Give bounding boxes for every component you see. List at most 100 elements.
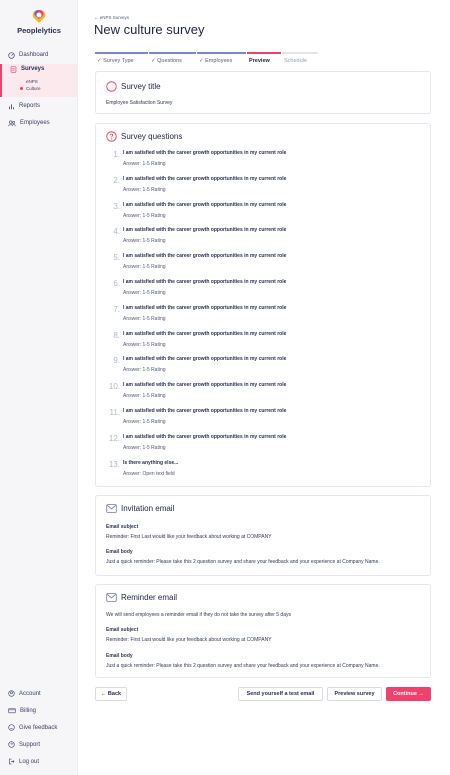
reports-icon xyxy=(8,103,15,109)
email-subject-value: Reminder: First Last would like your fee… xyxy=(106,534,272,540)
sidebar-subitem-enps[interactable]: eNPS xyxy=(26,79,38,84)
card-heading-text: Survey questions xyxy=(121,132,183,141)
question-text: I am satisfied with the career growth op… xyxy=(123,150,287,156)
question-number: 1. xyxy=(113,150,120,159)
email-body-label: Email body xyxy=(106,549,133,555)
email-subject-label: Email subject xyxy=(106,627,139,633)
email-body-value: Just a quick reminder: Please take this … xyxy=(106,663,380,669)
question-number: 12. xyxy=(108,433,120,443)
question-number: 8. xyxy=(113,330,120,340)
question-text: Is there anything else... xyxy=(123,459,179,466)
send-test-email-button[interactable]: Send yourself a test email xyxy=(238,687,323,701)
card-heading-text: Invitation email xyxy=(121,504,175,513)
sidebar-item-label: Employees xyxy=(20,120,50,126)
step-schedule[interactable]: Schedule xyxy=(282,52,318,66)
sidebar-item-reports[interactable]: Reports xyxy=(8,100,40,112)
brand-name: Peoplelytics xyxy=(17,26,61,35)
survey-title-value: Employee Satisfaction Survey xyxy=(106,100,173,106)
logout-icon xyxy=(9,758,15,765)
survey-title-card: Survey title Employee Satisfaction Surve… xyxy=(95,71,431,114)
card-heading: Invitation email xyxy=(106,504,174,513)
sidebar: Peoplelytics Dashboard Surveys eNPS Cult… xyxy=(0,0,78,775)
sidebar-item-employees[interactable]: Employees xyxy=(8,117,50,129)
card-heading: Reminder email xyxy=(106,593,177,602)
support-icon xyxy=(8,741,15,748)
question-text: I am satisfied with the career growth op… xyxy=(123,330,287,337)
question-number: 7. xyxy=(113,304,120,314)
question-text: I am satisfied with the career growth op… xyxy=(123,175,287,182)
step-survey-type[interactable]: ✓ Survey Type xyxy=(95,52,148,66)
question-answer-type: Answer: Open text field xyxy=(123,470,175,477)
question-answer-type: Answer: 1-5 Rating xyxy=(123,186,166,193)
email-body-value: Just a quick reminder: Please take this … xyxy=(106,559,380,565)
question-number: 3. xyxy=(113,201,120,211)
question-text: I am satisfied with the career growth op… xyxy=(123,356,287,363)
sidebar-item-billing[interactable]: Billing xyxy=(8,707,36,714)
breadcrumb[interactable]: ← eNPS Surveys xyxy=(94,15,129,20)
sidebar-item-label: Account xyxy=(19,690,41,697)
preview-survey-button[interactable]: Preview survey xyxy=(327,687,382,701)
sidebar-item-label: Reports xyxy=(19,103,41,109)
step-employees[interactable]: ✓ Employees xyxy=(197,52,246,66)
question-answer-type: Answer: 1-5 Rating xyxy=(123,367,166,374)
sidebar-item-log-out[interactable]: Log out xyxy=(8,758,39,765)
question-answer-type: Answer: 1-5 Rating xyxy=(123,341,166,348)
invitation-email-card: Invitation email Email subject Reminder:… xyxy=(95,495,431,576)
account-icon xyxy=(8,690,15,697)
question-answer-type: Answer: 1-5 Rating xyxy=(123,264,166,271)
question-answer-type: Answer: 1-5 Rating xyxy=(123,393,166,400)
sidebar-item-dashboard[interactable]: Dashboard xyxy=(8,49,48,61)
step-preview[interactable]: Preview xyxy=(247,52,281,66)
card-heading: Survey questions xyxy=(106,131,182,142)
question-number: 9. xyxy=(113,356,120,366)
employees-icon xyxy=(8,120,16,126)
question-answer-type: Answer: 1-5 Rating xyxy=(123,212,166,219)
reminder-email-card: Reminder email We will send employees a … xyxy=(95,584,431,678)
main-content: ← eNPS Surveys New culture survey ✓ Surv… xyxy=(78,0,450,775)
question-answer-type: Answer: 1-5 Rating xyxy=(123,444,166,451)
sidebar-item-label: Surveys xyxy=(21,66,45,72)
stepper: ✓ Survey Type ✓ Questions ✓ Employees Pr… xyxy=(95,52,318,66)
back-button[interactable]: ← Back xyxy=(95,687,127,701)
dashboard-icon xyxy=(8,51,15,59)
question-number: 5. xyxy=(113,253,120,263)
logo[interactable]: Peoplelytics xyxy=(0,8,78,35)
email-subject-label: Email subject xyxy=(106,524,139,530)
email-body-label: Email body xyxy=(106,653,133,659)
reminder-intro: We will send employees a reminder email … xyxy=(106,612,291,618)
question-number: 6. xyxy=(113,279,120,288)
question-text: I am satisfied with the career growth op… xyxy=(123,304,287,311)
survey-questions-card: Survey questions 1. I am satisfied with t… xyxy=(95,123,431,487)
question-answer-type: Answer: 1-5 Rating xyxy=(123,161,166,167)
question-text: I am satisfied with the career growth op… xyxy=(123,408,287,414)
question-answer-type: Answer: 1-5 Rating xyxy=(123,290,166,296)
sidebar-item-surveys[interactable]: Surveys xyxy=(0,64,77,97)
continue-button[interactable]: Continue → xyxy=(386,687,431,701)
question-text: I am satisfied with the career growth op… xyxy=(123,433,287,440)
envelope-icon xyxy=(106,593,117,602)
sidebar-subitem-label: Culture xyxy=(26,86,41,91)
question-text: I am satisfied with the career growth op… xyxy=(123,279,287,285)
sidebar-item-label: Log out xyxy=(19,758,40,765)
question-number: 11. xyxy=(109,408,120,417)
sidebar-subitem-culture[interactable]: Culture xyxy=(20,86,41,91)
sidebar-item-give-feedback[interactable]: Give feedback xyxy=(8,724,57,731)
logo-icon xyxy=(32,10,46,23)
question-number: 10. xyxy=(108,382,120,392)
question-answer-type: Answer: 1-5 Rating xyxy=(123,419,166,425)
card-heading-text: Survey title xyxy=(121,82,161,91)
question-text: I am satisfied with the career growth op… xyxy=(123,253,287,260)
email-subject-value: Reminder: First Last would like your fee… xyxy=(106,637,272,643)
sidebar-item-label: Billing xyxy=(20,707,37,714)
question-number: 4. xyxy=(113,227,120,237)
question-number: 2. xyxy=(113,175,120,185)
question-circle-icon xyxy=(106,131,117,142)
surveys-icon xyxy=(10,66,17,73)
sidebar-item-account[interactable]: Account xyxy=(8,690,41,697)
question-answer-type: Answer: 1-5 Rating xyxy=(123,315,166,322)
sidebar-item-support[interactable]: Support xyxy=(8,741,40,748)
question-text: I am satisfied with the career growth op… xyxy=(123,201,287,208)
envelope-icon xyxy=(106,504,117,513)
step-questions[interactable]: ✓ Questions xyxy=(149,52,196,66)
feedback-icon xyxy=(8,724,15,731)
